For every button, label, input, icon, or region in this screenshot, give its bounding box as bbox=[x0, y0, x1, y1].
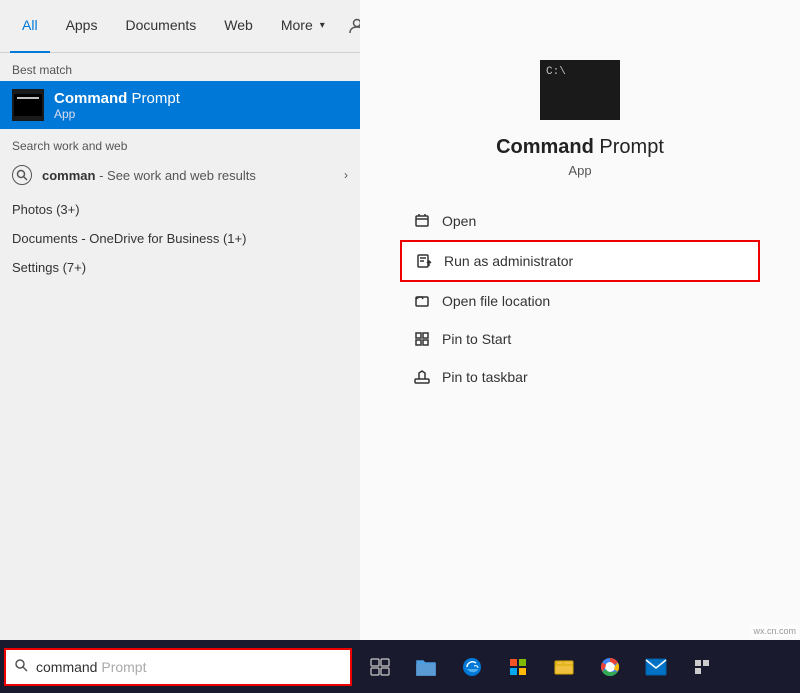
watermark: wx.cn.com bbox=[751, 625, 798, 637]
taskbar-mail[interactable] bbox=[634, 645, 678, 689]
taskbar-edge[interactable] bbox=[450, 645, 494, 689]
action-pin-taskbar[interactable]: Pin to taskbar bbox=[400, 358, 760, 396]
best-match-label: Best match bbox=[0, 53, 360, 81]
taskbar-task-view[interactable] bbox=[358, 645, 402, 689]
search-web-label: Search work and web bbox=[12, 139, 348, 153]
chevron-down-icon: ▾ bbox=[320, 20, 325, 31]
cmd-icon-inner bbox=[14, 94, 42, 116]
best-match-name: Command Prompt bbox=[54, 90, 180, 107]
taskbar-file-explorer[interactable] bbox=[404, 645, 448, 689]
search-web-section: Search work and web comman - See work an… bbox=[0, 129, 360, 195]
cmd-icon-bar bbox=[17, 97, 39, 99]
file-location-icon bbox=[412, 291, 432, 311]
best-match-text: Command Prompt App bbox=[54, 90, 180, 121]
chevron-right-icon: › bbox=[344, 168, 348, 182]
best-match-type: App bbox=[54, 107, 180, 121]
action-open-file-loc[interactable]: Open file location bbox=[400, 282, 760, 320]
taskbar-search-text: command Prompt bbox=[36, 659, 146, 675]
action-pin-start[interactable]: Pin to Start bbox=[400, 320, 760, 358]
tab-all[interactable]: All bbox=[10, 0, 50, 53]
action-open[interactable]: Open bbox=[400, 202, 760, 240]
taskbar: command Prompt bbox=[0, 640, 800, 693]
result-settings[interactable]: Settings (7+) bbox=[0, 253, 360, 282]
tab-more[interactable]: More ▾ bbox=[269, 0, 337, 53]
admin-icon bbox=[414, 251, 434, 271]
search-web-item[interactable]: comman - See work and web results › bbox=[12, 159, 348, 191]
app-title: Command Prompt bbox=[496, 136, 664, 159]
taskbar-overflow[interactable] bbox=[680, 645, 724, 689]
action-run-admin[interactable]: Run as administrator bbox=[400, 240, 760, 282]
cmd-icon bbox=[12, 89, 44, 121]
right-panel: Command Prompt App Open bbox=[360, 0, 800, 640]
pin-taskbar-icon bbox=[412, 367, 432, 387]
taskbar-store[interactable] bbox=[496, 645, 540, 689]
tabs-bar: All Apps Documents Web More ▾ ··· bbox=[0, 0, 360, 53]
app-preview-icon bbox=[540, 60, 620, 120]
taskbar-file-manager[interactable] bbox=[542, 645, 586, 689]
taskbar-search-box[interactable]: command Prompt bbox=[4, 648, 352, 686]
tab-web[interactable]: Web bbox=[212, 0, 265, 53]
tab-documents[interactable]: Documents bbox=[113, 0, 208, 53]
search-results: Best match Command Prompt App Search wor… bbox=[0, 53, 360, 640]
taskbar-search-icon bbox=[14, 658, 28, 675]
result-photos[interactable]: Photos (3+) bbox=[0, 195, 360, 224]
best-match-item[interactable]: Command Prompt App bbox=[0, 81, 360, 129]
search-circle-icon bbox=[12, 165, 32, 185]
app-subtitle: App bbox=[568, 163, 591, 178]
result-documents[interactable]: Documents - OneDrive for Business (1+) bbox=[0, 224, 360, 253]
pin-start-icon bbox=[412, 329, 432, 349]
taskbar-chrome[interactable] bbox=[588, 645, 632, 689]
tab-apps[interactable]: Apps bbox=[54, 0, 110, 53]
open-icon bbox=[412, 211, 432, 231]
search-web-text: comman - See work and web results bbox=[42, 168, 344, 183]
search-panel: All Apps Documents Web More ▾ ··· bbox=[0, 0, 360, 640]
action-list: Open Run as administrator bbox=[360, 202, 800, 396]
